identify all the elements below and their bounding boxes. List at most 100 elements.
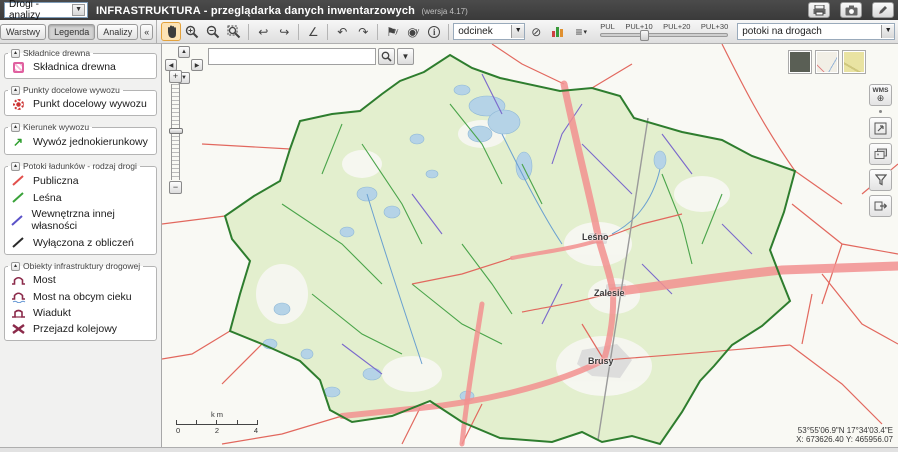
pul-slider-track[interactable] bbox=[600, 33, 728, 37]
zoom-slider-handle[interactable] bbox=[169, 128, 183, 134]
pan-up-button[interactable]: ▲ bbox=[178, 46, 190, 58]
workspace-select[interactable]: Drogi - analizy ▼ bbox=[4, 2, 88, 18]
list-icon: ≡ bbox=[575, 25, 582, 39]
point-marker-button[interactable]: ◉y bbox=[403, 22, 423, 41]
toolbar: Warstwy Legenda Analizy « ↩ ↪ ∠ ↶ ↷ ⚑y ◉… bbox=[0, 20, 898, 44]
town-label-brusy: Brusy bbox=[588, 356, 614, 366]
layers-gallery-button[interactable] bbox=[869, 143, 892, 165]
info-icon: i bbox=[428, 26, 440, 38]
dot-separator bbox=[879, 110, 882, 113]
zoom-out-button[interactable]: − bbox=[169, 181, 182, 194]
legend-item[interactable]: Leśna bbox=[8, 189, 153, 206]
scale-tick-2: 2 bbox=[215, 426, 219, 435]
pul-slider-handle[interactable] bbox=[640, 30, 649, 41]
segment-mode-select[interactable]: odcinek ▼ bbox=[453, 23, 525, 40]
bridge-foreign-stream-icon bbox=[11, 290, 26, 303]
tab-analizy[interactable]: Analizy bbox=[97, 24, 138, 40]
next-extent-button[interactable]: ↪ bbox=[274, 22, 294, 41]
zoom-extent-tool-button[interactable] bbox=[224, 22, 244, 41]
pan-right-button[interactable]: ▶ bbox=[191, 59, 203, 71]
pul-period-slider[interactable]: PUL PUL+10 PUL+20 PUL+30 bbox=[600, 22, 728, 42]
zoom-to-selection-button[interactable] bbox=[869, 117, 892, 139]
identify-button[interactable]: i bbox=[424, 22, 444, 41]
pul-label-0: PUL bbox=[600, 22, 615, 31]
filter-button[interactable] bbox=[869, 169, 892, 191]
legend-item[interactable]: Most bbox=[8, 272, 153, 288]
camera-icon bbox=[845, 5, 858, 16]
legend-group-skladnice: ▴Składnice drewna Składnica drewna bbox=[4, 48, 157, 79]
undo-button[interactable]: ↶ bbox=[332, 22, 352, 41]
panel-tabs: Warstwy Legenda Analizy « bbox=[0, 20, 157, 43]
road-line-icon bbox=[11, 174, 25, 187]
pul-label-2: PUL+20 bbox=[663, 22, 690, 31]
legend-item[interactable]: Wiadukt bbox=[8, 305, 153, 321]
legend-item-label: Przejazd kolejowy bbox=[33, 323, 117, 335]
redo-button[interactable]: ↷ bbox=[353, 22, 373, 41]
collapse-group-icon[interactable]: ▴ bbox=[11, 162, 20, 171]
legend-item[interactable]: Punkt docelowy wywozu bbox=[8, 96, 153, 112]
legend-item[interactable]: Publiczna bbox=[8, 172, 153, 189]
collapse-group-icon[interactable]: ▴ bbox=[11, 49, 20, 58]
legend-item[interactable]: Składnica drewna bbox=[8, 59, 153, 75]
basemap-thumbnails bbox=[788, 50, 866, 74]
export-button[interactable] bbox=[869, 195, 892, 217]
scale-bar: k m 0 2 4 bbox=[176, 410, 258, 435]
zoom-slider: + − bbox=[169, 70, 184, 194]
map-tools: ↩ ↪ ∠ ↶ ↷ ⚑y ◉y i odcinek ▼ ⊘ ≡▾ PUL PUL… bbox=[157, 20, 898, 43]
legend-item[interactable]: Wewnętrzna innej własności bbox=[8, 206, 153, 234]
wms-button[interactable]: WMS ⊕ bbox=[869, 84, 892, 106]
road-line-icon bbox=[11, 191, 25, 204]
scale-tick-0: 0 bbox=[176, 426, 180, 435]
collapse-group-icon[interactable]: ▴ bbox=[11, 86, 20, 95]
bridge-icon bbox=[11, 274, 26, 286]
print-button[interactable] bbox=[808, 2, 830, 18]
page-title: INFRASTRUKTURA - przeglądarka danych inw… bbox=[96, 5, 415, 17]
previous-extent-button[interactable]: ↩ bbox=[253, 22, 273, 41]
statistics-button[interactable] bbox=[547, 22, 567, 41]
legend-item-label: Publiczna bbox=[33, 175, 79, 187]
legend-item-label: Wyłączona z obliczeń bbox=[33, 237, 134, 249]
collapse-group-icon[interactable]: ▴ bbox=[11, 123, 20, 132]
tab-warstwy[interactable]: Warstwy bbox=[0, 24, 46, 40]
legend-panel: ▴Składnice drewna Składnica drewna ▴Punk… bbox=[0, 44, 162, 447]
legend-group-obiekty: ▴Obiekty infrastruktury drogowej Most Mo… bbox=[4, 261, 157, 341]
map-canvas[interactable]: Leśno Zalesie Brusy ▲ ◀ ▶ ▼ + − ▼ bbox=[162, 44, 898, 447]
zoom-in-tool-button[interactable] bbox=[182, 22, 202, 41]
zoom-out-tool-button[interactable] bbox=[203, 22, 223, 41]
tab-legenda[interactable]: Legenda bbox=[48, 24, 95, 40]
legend-item[interactable]: ↗ Wywóz jednokierunkowy bbox=[8, 133, 153, 151]
legend-group-title: Składnice drewna bbox=[23, 48, 90, 58]
legend-item-label: Wywóz jednokierunkowy bbox=[33, 136, 148, 148]
pul-slider-labels: PUL PUL+10 PUL+20 PUL+30 bbox=[600, 22, 728, 31]
legend-item-label: Wewnętrzna innej własności bbox=[32, 208, 151, 232]
town-label-zalesie: Zalesie bbox=[594, 288, 625, 298]
basemap-satellite-thumbnail[interactable] bbox=[788, 50, 812, 74]
flag-marker-button[interactable]: ⚑y bbox=[382, 22, 402, 41]
forward-arrow-page-icon: ↪ bbox=[279, 25, 289, 39]
edit-button[interactable] bbox=[872, 2, 894, 18]
legend-item[interactable]: Most na obcym cieku bbox=[8, 288, 153, 305]
clear-selection-button[interactable]: ⊘ bbox=[526, 22, 546, 41]
legend-item-label: Leśna bbox=[33, 192, 62, 204]
zoom-slider-track[interactable] bbox=[171, 84, 180, 180]
screenshot-button[interactable] bbox=[840, 2, 862, 18]
legend-item[interactable]: Przejazd kolejowy bbox=[8, 321, 153, 337]
zoom-in-button[interactable]: + bbox=[169, 70, 182, 83]
flow-layer-select[interactable]: potoki na drogach ▼ bbox=[737, 23, 895, 40]
map-search-input[interactable] bbox=[208, 48, 376, 65]
legend-group-potoki: ▴Potoki ładunków - rodzaj drogi Publiczn… bbox=[4, 161, 157, 255]
legend-item-label: Most na obcym cieku bbox=[33, 291, 132, 303]
map-basemap bbox=[162, 44, 898, 447]
collapse-panel-button[interactable]: « bbox=[140, 24, 153, 40]
basemap-plain-thumbnail[interactable] bbox=[842, 50, 866, 74]
redo-icon: ↷ bbox=[358, 25, 368, 39]
list-menu-button[interactable]: ≡▾ bbox=[568, 22, 594, 41]
search-options-button[interactable]: ▼ bbox=[397, 48, 414, 65]
basemap-topo-thumbnail[interactable] bbox=[815, 50, 839, 74]
legend-item[interactable]: Wyłączona z obliczeń bbox=[8, 234, 153, 251]
collapse-group-icon[interactable]: ▴ bbox=[11, 262, 20, 271]
measure-tool-button[interactable]: ∠ bbox=[303, 22, 323, 41]
pan-tool-button[interactable] bbox=[161, 22, 181, 41]
hand-icon bbox=[165, 25, 178, 39]
search-button[interactable] bbox=[378, 48, 395, 65]
